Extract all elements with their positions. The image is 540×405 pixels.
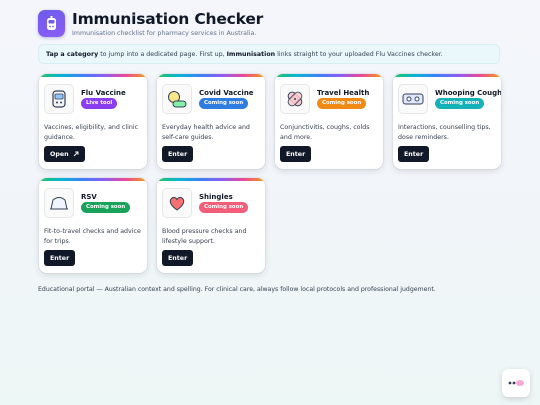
card-description: Everyday health advice and self-care gui… <box>162 124 250 141</box>
button-label: Enter <box>50 254 70 262</box>
card-title: Travel Health <box>317 89 370 97</box>
disclaimer-footnote: Educational portal — Australian context … <box>38 286 436 293</box>
card-accent-stripe <box>39 74 147 77</box>
card-description: Fit-to-travel checks and advice for trip… <box>44 228 141 245</box>
status-badge: Coming soon <box>435 98 485 109</box>
card-title: Shingles <box>199 193 233 201</box>
banner-text-end: links straight to your uploaded Flu Vacc… <box>275 51 443 58</box>
category-card-travel-health[interactable]: Travel Health Coming soon Conjunctivitis… <box>275 74 383 169</box>
card-title: Whooping Cough <box>435 89 501 97</box>
card-accent-stripe <box>275 74 383 77</box>
enter-button[interactable]: Enter <box>44 250 76 266</box>
chat-widget-button[interactable] <box>502 369 530 397</box>
card-accent-stripe <box>393 74 501 77</box>
status-badge: Coming soon <box>81 202 131 213</box>
card-title: Flu Vaccine <box>81 89 126 97</box>
open-button[interactable]: Open <box>44 146 85 162</box>
external-link-icon <box>73 151 79 157</box>
status-badge: Coming soon <box>317 98 367 109</box>
chat-bubble-icon <box>508 380 524 386</box>
app-logo-icon <box>38 10 65 37</box>
banner-lead: Tap a category <box>46 51 99 58</box>
category-card-covid-vaccine[interactable]: Covid Vaccine Coming soon Everyday healt… <box>157 74 265 169</box>
button-label: Enter <box>286 150 306 158</box>
card-description: Interactions, counselling tips, dose rem… <box>398 124 491 141</box>
banner-highlight: Immunisation <box>226 51 276 58</box>
status-badge: Coming soon <box>199 202 249 213</box>
card-title: Covid Vaccine <box>199 89 254 97</box>
button-label: Enter <box>168 254 188 262</box>
app-header: Immunisation Checker Immunisation checkl… <box>38 10 263 37</box>
card-description: Vaccines, eligibility, and clinic guidan… <box>44 124 139 141</box>
bag-icon <box>44 188 74 218</box>
enter-button[interactable]: Enter <box>162 146 194 162</box>
category-card-flu-vaccine[interactable]: Flu Vaccine Live tool Vaccines, eligibil… <box>39 74 147 169</box>
card-accent-stripe <box>39 178 147 181</box>
button-label: Enter <box>404 150 424 158</box>
category-card-rsv[interactable]: RSV Coming soon Fit-to-travel checks and… <box>39 178 147 273</box>
page-title: Immunisation Checker <box>72 10 264 28</box>
card-title: RSV <box>81 193 97 201</box>
card-accent-stripe <box>157 178 265 181</box>
card-accent-stripe <box>157 74 265 77</box>
banner-text: to jump into a dedicated page. First up, <box>98 51 227 58</box>
enter-button[interactable]: Enter <box>280 146 312 162</box>
heart-icon <box>162 188 192 218</box>
button-label: Open <box>50 150 69 158</box>
vaccine-device-icon <box>44 84 74 114</box>
category-card-whooping-cough[interactable]: Whooping Cough Coming soon Interactions,… <box>393 74 501 169</box>
category-card-shingles[interactable]: Shingles Coming soon Blood pressure chec… <box>157 178 265 273</box>
button-label: Enter <box>168 150 188 158</box>
bandage-icon <box>280 84 310 114</box>
pill-strip-icon <box>398 84 428 114</box>
card-description: Blood pressure checks and lifestyle supp… <box>162 228 247 245</box>
capsule-chat-icon <box>162 84 192 114</box>
card-description: Conjunctivitis, coughs, colds and more. <box>280 124 370 141</box>
page-subtitle: Immunisation checklist for pharmacy serv… <box>72 30 257 37</box>
status-badge: Live tool <box>81 98 118 109</box>
enter-button[interactable]: Enter <box>398 146 430 162</box>
enter-button[interactable]: Enter <box>162 250 194 266</box>
status-badge: Coming soon <box>199 98 249 109</box>
info-banner: Tap a category to jump into a dedicated … <box>38 44 500 64</box>
